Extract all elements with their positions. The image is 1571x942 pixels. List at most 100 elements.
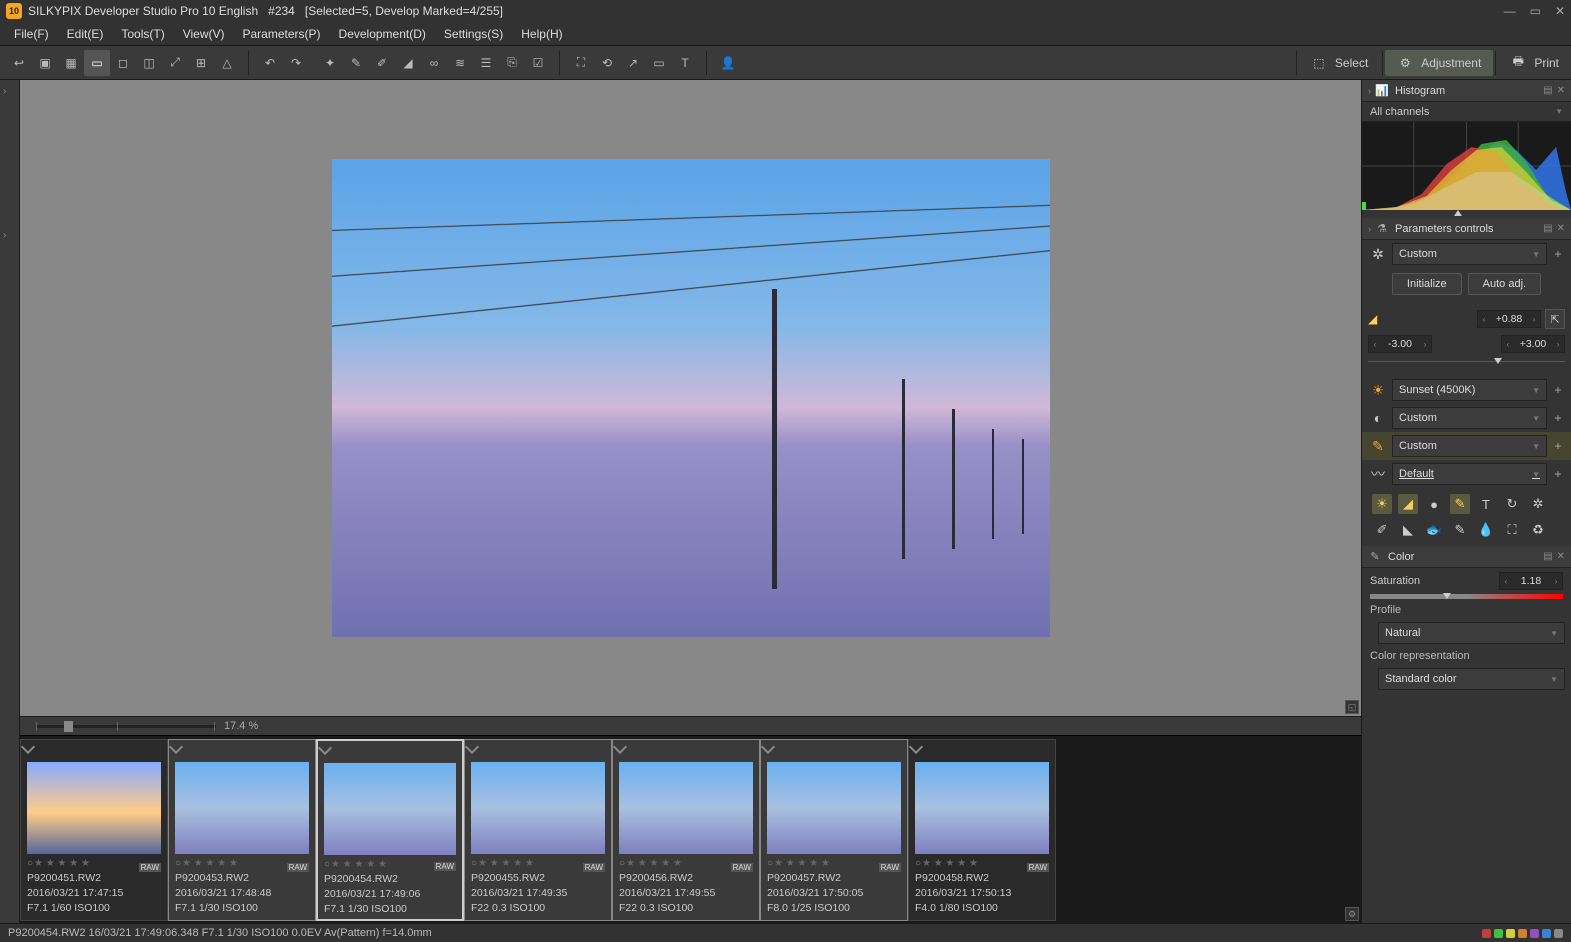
tone-dropdown[interactable]: Custom▼ <box>1392 407 1547 429</box>
select-mode-button[interactable]: ⬚ Select <box>1299 50 1380 76</box>
tool-wb[interactable]: ☀ <box>1372 494 1392 514</box>
tool-eyedrop[interactable]: ✐ <box>1372 520 1392 540</box>
loupe-button[interactable]: 👤 <box>715 50 741 76</box>
exposure-high[interactable]: ‹+3.00› <box>1501 335 1565 353</box>
colorrep-dropdown[interactable]: Standard color▼ <box>1378 668 1565 690</box>
color-header[interactable]: ✎ Color ▤✕ <box>1362 546 1571 568</box>
exposure-low[interactable]: ‹-3.00› <box>1368 335 1432 353</box>
panel-menu-icon[interactable]: ▤ <box>1543 223 1552 234</box>
thumbnail[interactable]: ○ ★ ★ ★ ★ ★RAWP9200454.RW22016/03/21 17:… <box>316 739 464 921</box>
add-wb-button[interactable]: + <box>1551 383 1565 397</box>
tool-fish[interactable]: 🐟 <box>1424 520 1444 540</box>
tool-recycle[interactable]: ♻ <box>1528 520 1548 540</box>
eraser-button[interactable]: ◢ <box>395 50 421 76</box>
color-panel-icon: ✎ <box>1368 550 1382 564</box>
color-preset-dropdown[interactable]: Custom▼ <box>1392 435 1547 457</box>
panel-menu-icon[interactable]: ▤ <box>1543 551 1552 562</box>
tool-triangle[interactable]: ◣ <box>1398 520 1418 540</box>
brush-plus-button[interactable]: ✎ <box>343 50 369 76</box>
maximize-button[interactable]: ▭ <box>1530 4 1541 18</box>
add-tone-button[interactable]: + <box>1551 411 1565 425</box>
frame-view-button[interactable]: ◻ <box>110 50 136 76</box>
exposure-slider[interactable] <box>1368 358 1565 366</box>
menu-view[interactable]: View(V) <box>175 24 233 44</box>
thumbnail[interactable]: ○ ★ ★ ★ ★ ★RAWP9200453.RW22016/03/21 17:… <box>168 739 316 921</box>
split-view-button[interactable]: ◫ <box>136 50 162 76</box>
preset-dropdown[interactable]: Custom▼ <box>1392 243 1547 265</box>
export-button[interactable]: ⎘ <box>499 50 525 76</box>
fit-button[interactable]: ⤢ <box>162 50 188 76</box>
nr-dropdown[interactable]: Default▼ <box>1392 463 1547 485</box>
thumbnail[interactable]: ○ ★ ★ ★ ★ ★RAWP9200458.RW22016/03/21 17:… <box>908 739 1056 921</box>
menu-edit[interactable]: Edit(E) <box>59 24 112 44</box>
monitor-button[interactable]: ▭ <box>646 50 672 76</box>
tool-rotate[interactable]: ↻ <box>1502 494 1522 514</box>
checklist-button[interactable]: ☑ <box>525 50 551 76</box>
redo-button[interactable]: ↷ <box>283 50 309 76</box>
menu-parameters[interactable]: Parameters(P) <box>235 24 329 44</box>
histogram-header[interactable]: › 📊 Histogram ▤✕ <box>1362 80 1571 102</box>
back-button[interactable]: ↩ <box>6 50 32 76</box>
thumbnail[interactable]: ○ ★ ★ ★ ★ ★RAWP9200451.RW22016/03/21 17:… <box>20 739 168 921</box>
print-mode-button[interactable]: 🖶 Print <box>1498 50 1571 76</box>
tool-gear[interactable]: ✲ <box>1528 494 1548 514</box>
preview-options-button[interactable]: ◱ <box>1345 700 1359 714</box>
preview-area[interactable]: ◱ <box>20 80 1361 716</box>
tool-drop[interactable]: 💧 <box>1476 520 1496 540</box>
menu-settings[interactable]: Settings(S) <box>436 24 511 44</box>
add-preset-button[interactable]: + <box>1551 247 1565 261</box>
panel-close-icon[interactable]: ✕ <box>1557 551 1565 562</box>
thumbnail[interactable]: ○ ★ ★ ★ ★ ★RAWP9200457.RW22016/03/21 17:… <box>760 739 908 921</box>
exposure-value[interactable]: ‹+0.88› <box>1477 310 1541 328</box>
tool-pen[interactable]: ✎ <box>1450 520 1470 540</box>
text-button[interactable]: T <box>672 50 698 76</box>
parameters-header[interactable]: › ⚗ Parameters controls ▤✕ <box>1362 218 1571 240</box>
close-button[interactable]: ✕ <box>1555 4 1565 18</box>
filmstrip-options-button[interactable]: ⚙ <box>1345 907 1359 921</box>
stack-button[interactable]: ☰ <box>473 50 499 76</box>
tool-brush[interactable]: ✎ <box>1450 494 1470 514</box>
exposure-link-button[interactable]: ⇱ <box>1545 309 1565 329</box>
profile-dropdown[interactable]: Natural▼ <box>1378 622 1565 644</box>
add-nr-button[interactable]: + <box>1551 467 1565 481</box>
auto-adjust-button[interactable]: Auto adj. <box>1468 273 1541 295</box>
zoom-slider[interactable] <box>36 725 216 728</box>
share-button[interactable]: ↗ <box>620 50 646 76</box>
panel-menu-icon[interactable]: ▤ <box>1543 85 1552 96</box>
saturation-value[interactable]: ‹1.18› <box>1499 572 1563 590</box>
expand-left-top[interactable]: › <box>3 86 6 97</box>
warning-button[interactable]: △ <box>214 50 240 76</box>
add-color-button[interactable]: + <box>1551 439 1565 453</box>
minimize-button[interactable]: — <box>1504 4 1516 18</box>
expand-left-mid[interactable]: › <box>3 230 6 241</box>
grid-overlay-button[interactable]: ⊞ <box>188 50 214 76</box>
wb-dropdown[interactable]: Sunset (4500K)▼ <box>1392 379 1547 401</box>
layers-button[interactable]: ≋ <box>447 50 473 76</box>
menu-development[interactable]: Development(D) <box>331 24 434 44</box>
rotate-button[interactable]: ⟲ <box>594 50 620 76</box>
initialize-button[interactable]: Initialize <box>1392 273 1462 295</box>
menu-help[interactable]: Help(H) <box>513 24 570 44</box>
thumb-date: 2016/03/21 17:50:05 <box>761 886 907 901</box>
adjustment-mode-button[interactable]: ⚙ Adjustment <box>1385 50 1493 76</box>
tool-exposure[interactable]: ◢ <box>1398 494 1418 514</box>
menu-tools[interactable]: Tools(T) <box>113 24 172 44</box>
thumbnail[interactable]: ○ ★ ★ ★ ★ ★RAWP9200456.RW22016/03/21 17:… <box>612 739 760 921</box>
link-button[interactable]: ∞ <box>421 50 447 76</box>
panel-close-icon[interactable]: ✕ <box>1557 85 1565 96</box>
tool-sphere[interactable]: ● <box>1424 494 1444 514</box>
menu-file[interactable]: File(F) <box>6 24 57 44</box>
crop-button[interactable]: ⛶ <box>568 50 594 76</box>
undo-button[interactable]: ↶ <box>257 50 283 76</box>
tool-crop[interactable]: ⛶ <box>1502 520 1522 540</box>
grid-view-button[interactable]: ▦ <box>58 50 84 76</box>
panel-close-icon[interactable]: ✕ <box>1557 223 1565 234</box>
thumbnail[interactable]: ○ ★ ★ ★ ★ ★RAWP9200455.RW22016/03/21 17:… <box>464 739 612 921</box>
histogram-mode-dropdown[interactable]: All channels▼ <box>1362 102 1571 122</box>
folder-button[interactable]: ▣ <box>32 50 58 76</box>
saturation-slider[interactable] <box>1370 594 1563 599</box>
single-view-button[interactable]: ▭ <box>84 50 110 76</box>
tool-text[interactable]: T <box>1476 494 1496 514</box>
auto-adjust-button[interactable]: ✦ <box>317 50 343 76</box>
brush-minus-button[interactable]: ✐ <box>369 50 395 76</box>
